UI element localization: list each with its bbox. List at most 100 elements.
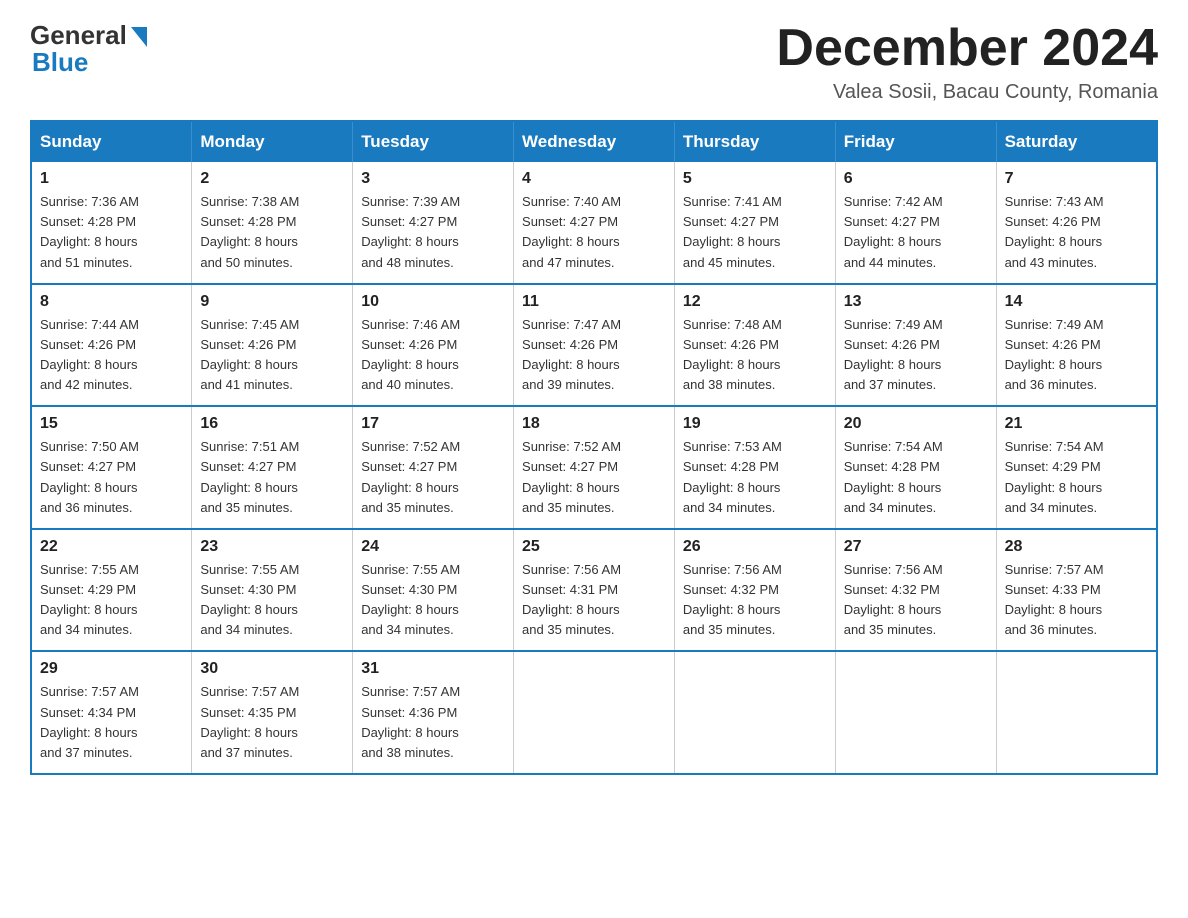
calendar-cell: 9 Sunrise: 7:45 AMSunset: 4:26 PMDayligh… [192, 284, 353, 407]
day-number: 14 [1005, 293, 1148, 311]
calendar-cell [514, 651, 675, 774]
day-number: 20 [844, 415, 988, 433]
calendar-cell: 14 Sunrise: 7:49 AMSunset: 4:26 PMDaylig… [996, 284, 1157, 407]
calendar-cell: 18 Sunrise: 7:52 AMSunset: 4:27 PMDaylig… [514, 406, 675, 529]
day-info: Sunrise: 7:39 AMSunset: 4:27 PMDaylight:… [361, 192, 505, 273]
weekday-header-sunday: Sunday [31, 121, 192, 162]
calendar-cell: 26 Sunrise: 7:56 AMSunset: 4:32 PMDaylig… [674, 529, 835, 652]
calendar-cell [996, 651, 1157, 774]
day-number: 5 [683, 170, 827, 188]
calendar-cell: 25 Sunrise: 7:56 AMSunset: 4:31 PMDaylig… [514, 529, 675, 652]
day-info: Sunrise: 7:46 AMSunset: 4:26 PMDaylight:… [361, 315, 505, 396]
logo-arrow-icon [129, 27, 147, 47]
day-info: Sunrise: 7:42 AMSunset: 4:27 PMDaylight:… [844, 192, 988, 273]
calendar-cell: 24 Sunrise: 7:55 AMSunset: 4:30 PMDaylig… [353, 529, 514, 652]
weekday-header-monday: Monday [192, 121, 353, 162]
calendar-week-row: 8 Sunrise: 7:44 AMSunset: 4:26 PMDayligh… [31, 284, 1157, 407]
day-info: Sunrise: 7:57 AMSunset: 4:33 PMDaylight:… [1005, 560, 1148, 641]
calendar-header: SundayMondayTuesdayWednesdayThursdayFrid… [31, 121, 1157, 162]
calendar-cell: 6 Sunrise: 7:42 AMSunset: 4:27 PMDayligh… [835, 162, 996, 284]
calendar-cell: 21 Sunrise: 7:54 AMSunset: 4:29 PMDaylig… [996, 406, 1157, 529]
day-number: 9 [200, 293, 344, 311]
location: Valea Sosii, Bacau County, Romania [776, 81, 1158, 104]
calendar-cell: 3 Sunrise: 7:39 AMSunset: 4:27 PMDayligh… [353, 162, 514, 284]
calendar-cell: 22 Sunrise: 7:55 AMSunset: 4:29 PMDaylig… [31, 529, 192, 652]
day-number: 21 [1005, 415, 1148, 433]
day-info: Sunrise: 7:38 AMSunset: 4:28 PMDaylight:… [200, 192, 344, 273]
day-number: 30 [200, 660, 344, 678]
day-number: 29 [40, 660, 183, 678]
day-number: 11 [522, 293, 666, 311]
calendar-cell: 12 Sunrise: 7:48 AMSunset: 4:26 PMDaylig… [674, 284, 835, 407]
calendar-week-row: 15 Sunrise: 7:50 AMSunset: 4:27 PMDaylig… [31, 406, 1157, 529]
calendar-cell: 20 Sunrise: 7:54 AMSunset: 4:28 PMDaylig… [835, 406, 996, 529]
day-number: 1 [40, 170, 183, 188]
day-info: Sunrise: 7:51 AMSunset: 4:27 PMDaylight:… [200, 437, 344, 518]
weekday-header-saturday: Saturday [996, 121, 1157, 162]
calendar-week-row: 1 Sunrise: 7:36 AMSunset: 4:28 PMDayligh… [31, 162, 1157, 284]
day-number: 10 [361, 293, 505, 311]
calendar-cell: 30 Sunrise: 7:57 AMSunset: 4:35 PMDaylig… [192, 651, 353, 774]
day-info: Sunrise: 7:43 AMSunset: 4:26 PMDaylight:… [1005, 192, 1148, 273]
day-number: 23 [200, 538, 344, 556]
day-info: Sunrise: 7:40 AMSunset: 4:27 PMDaylight:… [522, 192, 666, 273]
day-number: 6 [844, 170, 988, 188]
weekday-header-thursday: Thursday [674, 121, 835, 162]
day-info: Sunrise: 7:52 AMSunset: 4:27 PMDaylight:… [522, 437, 666, 518]
day-info: Sunrise: 7:55 AMSunset: 4:30 PMDaylight:… [361, 560, 505, 641]
day-number: 2 [200, 170, 344, 188]
calendar-cell: 5 Sunrise: 7:41 AMSunset: 4:27 PMDayligh… [674, 162, 835, 284]
calendar-cell: 8 Sunrise: 7:44 AMSunset: 4:26 PMDayligh… [31, 284, 192, 407]
day-info: Sunrise: 7:55 AMSunset: 4:29 PMDaylight:… [40, 560, 183, 641]
day-number: 16 [200, 415, 344, 433]
title-block: December 2024 Valea Sosii, Bacau County,… [776, 20, 1158, 104]
day-info: Sunrise: 7:56 AMSunset: 4:32 PMDaylight:… [844, 560, 988, 641]
day-info: Sunrise: 7:52 AMSunset: 4:27 PMDaylight:… [361, 437, 505, 518]
day-info: Sunrise: 7:45 AMSunset: 4:26 PMDaylight:… [200, 315, 344, 396]
calendar-table: SundayMondayTuesdayWednesdayThursdayFrid… [30, 120, 1158, 775]
day-info: Sunrise: 7:57 AMSunset: 4:35 PMDaylight:… [200, 682, 344, 763]
day-info: Sunrise: 7:53 AMSunset: 4:28 PMDaylight:… [683, 437, 827, 518]
day-info: Sunrise: 7:50 AMSunset: 4:27 PMDaylight:… [40, 437, 183, 518]
day-info: Sunrise: 7:36 AMSunset: 4:28 PMDaylight:… [40, 192, 183, 273]
calendar-cell: 2 Sunrise: 7:38 AMSunset: 4:28 PMDayligh… [192, 162, 353, 284]
calendar-cell: 31 Sunrise: 7:57 AMSunset: 4:36 PMDaylig… [353, 651, 514, 774]
day-info: Sunrise: 7:54 AMSunset: 4:28 PMDaylight:… [844, 437, 988, 518]
day-number: 19 [683, 415, 827, 433]
calendar-cell: 13 Sunrise: 7:49 AMSunset: 4:26 PMDaylig… [835, 284, 996, 407]
calendar-week-row: 29 Sunrise: 7:57 AMSunset: 4:34 PMDaylig… [31, 651, 1157, 774]
day-number: 22 [40, 538, 183, 556]
day-info: Sunrise: 7:56 AMSunset: 4:32 PMDaylight:… [683, 560, 827, 641]
day-number: 13 [844, 293, 988, 311]
calendar-cell: 7 Sunrise: 7:43 AMSunset: 4:26 PMDayligh… [996, 162, 1157, 284]
day-number: 15 [40, 415, 183, 433]
day-info: Sunrise: 7:55 AMSunset: 4:30 PMDaylight:… [200, 560, 344, 641]
weekday-header-wednesday: Wednesday [514, 121, 675, 162]
day-number: 3 [361, 170, 505, 188]
day-number: 8 [40, 293, 183, 311]
day-number: 25 [522, 538, 666, 556]
calendar-cell: 19 Sunrise: 7:53 AMSunset: 4:28 PMDaylig… [674, 406, 835, 529]
day-number: 28 [1005, 538, 1148, 556]
weekday-header-row: SundayMondayTuesdayWednesdayThursdayFrid… [31, 121, 1157, 162]
day-info: Sunrise: 7:56 AMSunset: 4:31 PMDaylight:… [522, 560, 666, 641]
day-info: Sunrise: 7:49 AMSunset: 4:26 PMDaylight:… [1005, 315, 1148, 396]
logo-blue-text: Blue [32, 47, 88, 78]
page-header: General Blue December 2024 Valea Sosii, … [30, 20, 1158, 104]
calendar-cell: 15 Sunrise: 7:50 AMSunset: 4:27 PMDaylig… [31, 406, 192, 529]
day-info: Sunrise: 7:48 AMSunset: 4:26 PMDaylight:… [683, 315, 827, 396]
calendar-cell: 11 Sunrise: 7:47 AMSunset: 4:26 PMDaylig… [514, 284, 675, 407]
day-info: Sunrise: 7:57 AMSunset: 4:36 PMDaylight:… [361, 682, 505, 763]
day-number: 27 [844, 538, 988, 556]
day-info: Sunrise: 7:44 AMSunset: 4:26 PMDaylight:… [40, 315, 183, 396]
calendar-body: 1 Sunrise: 7:36 AMSunset: 4:28 PMDayligh… [31, 162, 1157, 774]
day-number: 12 [683, 293, 827, 311]
day-number: 24 [361, 538, 505, 556]
calendar-week-row: 22 Sunrise: 7:55 AMSunset: 4:29 PMDaylig… [31, 529, 1157, 652]
day-info: Sunrise: 7:49 AMSunset: 4:26 PMDaylight:… [844, 315, 988, 396]
day-info: Sunrise: 7:41 AMSunset: 4:27 PMDaylight:… [683, 192, 827, 273]
day-number: 31 [361, 660, 505, 678]
calendar-cell: 17 Sunrise: 7:52 AMSunset: 4:27 PMDaylig… [353, 406, 514, 529]
calendar-cell: 27 Sunrise: 7:56 AMSunset: 4:32 PMDaylig… [835, 529, 996, 652]
day-info: Sunrise: 7:57 AMSunset: 4:34 PMDaylight:… [40, 682, 183, 763]
